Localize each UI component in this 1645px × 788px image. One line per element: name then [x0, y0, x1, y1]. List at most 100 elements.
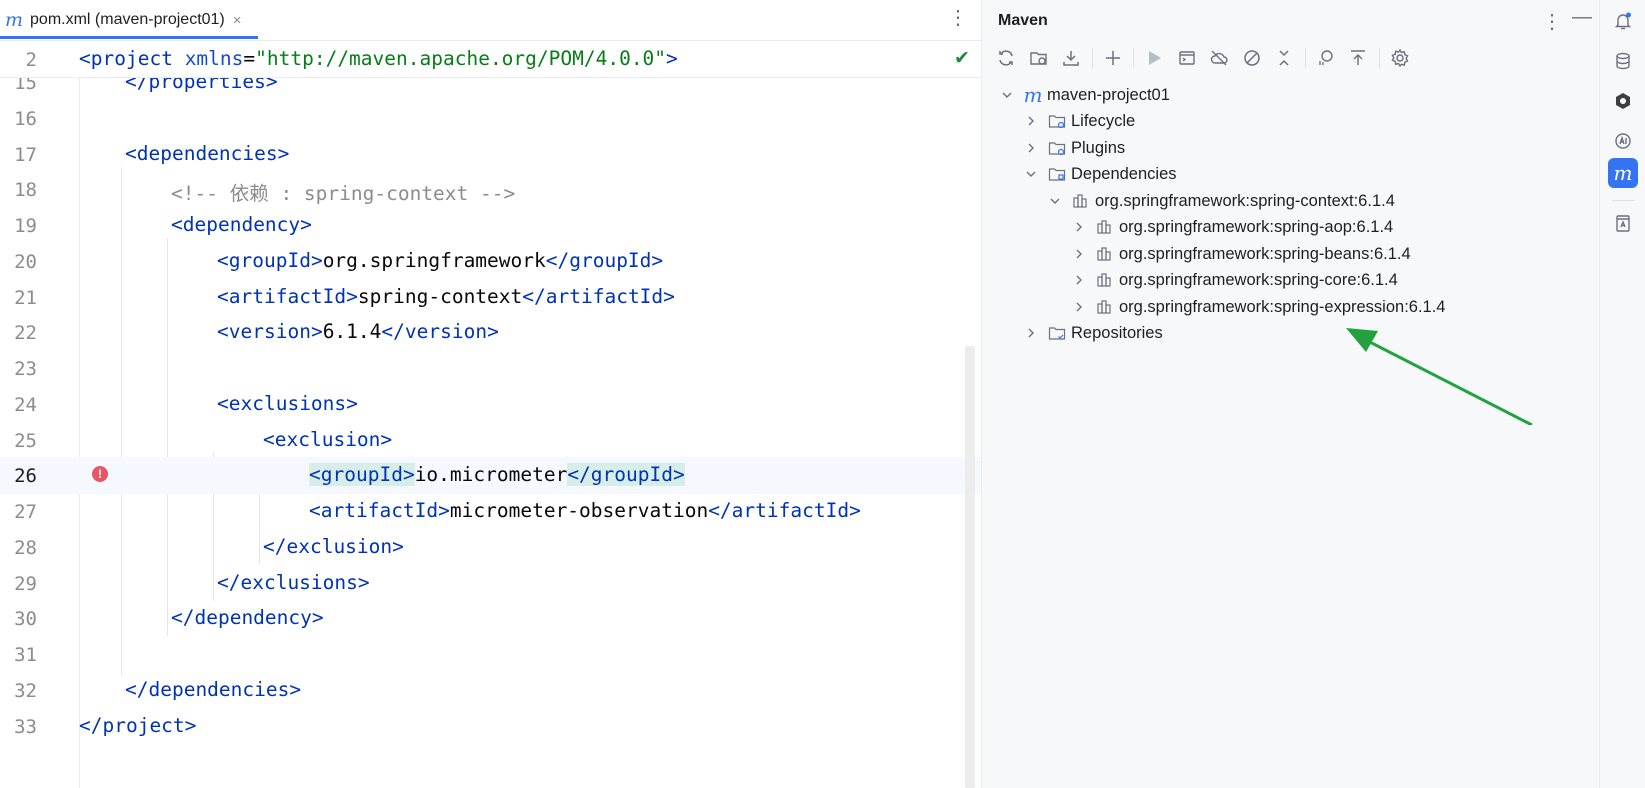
maven-tool-window: Maven ⋮ — m maven-project01 Lifecycle Pl… — [981, 0, 1600, 788]
code-text: <dependency> — [171, 213, 312, 236]
code-text: <groupId>io.micrometer</groupId> — [309, 463, 685, 486]
code-line[interactable]: 31 — [0, 636, 981, 673]
minimize-icon[interactable]: — — [1572, 6, 1592, 29]
tree-node-dependency[interactable]: org.springframework:spring-beans:6.1.4 — [1072, 241, 1411, 267]
library-icon — [1071, 192, 1091, 210]
tree-node-label: org.springframework:spring-beans:6.1.4 — [1119, 244, 1411, 263]
code-line[interactable]: 25 <exclusion> — [0, 422, 981, 459]
sticky-line[interactable]: 2 <project xmlns="http://maven.apache.or… — [0, 41, 981, 78]
code-text: <artifactId>micrometer-observation</arti… — [309, 499, 861, 522]
code-text: <project xmlns="http://maven.apache.org/… — [79, 47, 678, 70]
tree-node-dependencies[interactable]: Dependencies — [1024, 161, 1177, 187]
tree-node-label: Plugins — [1071, 138, 1126, 157]
code-line[interactable]: 18 <!-- 依赖 : spring-context --> — [0, 171, 981, 208]
line-number: 27 — [14, 501, 37, 523]
editor-scrollbar[interactable] — [965, 346, 975, 788]
tree-node-dependency[interactable]: org.springframework:spring-core:6.1.4 — [1072, 267, 1398, 293]
tree-node-root[interactable]: m maven-project01 — [1000, 82, 1170, 108]
chevron-down-icon[interactable] — [1000, 88, 1014, 102]
tree-node-plugins[interactable]: Plugins — [1024, 135, 1125, 161]
toolbar-separator — [1133, 48, 1134, 68]
maven-m-icon: m — [1023, 83, 1043, 107]
chevron-down-icon[interactable] — [1024, 167, 1038, 181]
library-icon — [1095, 245, 1115, 263]
line-number: 24 — [14, 394, 37, 416]
chevron-right-icon[interactable] — [1072, 220, 1086, 234]
line-number: 29 — [14, 573, 37, 595]
notifications-icon[interactable] — [1608, 6, 1638, 36]
offline-mode-icon[interactable] — [1205, 44, 1233, 72]
run-icon[interactable] — [1140, 44, 1168, 72]
line-number: 16 — [14, 108, 37, 130]
library-icon — [1095, 218, 1115, 236]
tree-node-repositories[interactable]: Repositories — [1024, 320, 1163, 346]
database-icon[interactable] — [1608, 46, 1638, 76]
code-line[interactable]: 22 <version>6.1.4</version> — [0, 314, 981, 351]
line-number: 2 — [25, 49, 37, 71]
folder-library-icon — [1047, 165, 1067, 183]
reload-all-icon[interactable] — [992, 44, 1020, 72]
code-line[interactable]: 32 </dependencies> — [0, 672, 981, 709]
code-line[interactable]: 17 <dependencies> — [0, 136, 981, 173]
skip-tests-icon[interactable] — [1238, 44, 1266, 72]
show-diagram-icon[interactable] — [1344, 44, 1372, 72]
maven-m-icon: m — [5, 8, 24, 31]
code-line[interactable]: 33 </project> — [0, 708, 981, 745]
editor-tab-bar: m pom.xml (maven-project01) × ⋮ — [0, 0, 981, 41]
library-icon — [1095, 271, 1115, 289]
code-text: </exclusions> — [217, 571, 370, 594]
maven-icon[interactable]: m — [1608, 158, 1638, 188]
reload-projects-icon[interactable] — [1025, 44, 1053, 72]
settings-icon[interactable] — [1386, 44, 1414, 72]
tab-pom-xml[interactable]: m pom.xml (maven-project01) × — [0, 0, 250, 40]
code-area[interactable]: 2 <project xmlns="http://maven.apache.or… — [0, 41, 981, 788]
code-line[interactable]: 30 </dependency> — [0, 600, 981, 637]
line-number: 30 — [14, 608, 37, 630]
plugin-icon[interactable] — [1608, 86, 1638, 116]
code-line[interactable]: 21 <artifactId>spring-context</artifactI… — [0, 279, 981, 316]
line-number: 22 — [14, 322, 37, 344]
collapse-icon[interactable] — [1270, 44, 1298, 72]
chevron-right-icon[interactable] — [1072, 247, 1086, 261]
chevron-right-icon[interactable] — [1024, 114, 1038, 128]
chevron-right-icon[interactable] — [1024, 141, 1038, 155]
tree-node-dependency[interactable]: org.springframework:spring-aop:6.1.4 — [1072, 214, 1393, 240]
code-line[interactable]: 16 — [0, 100, 981, 137]
toolbar-separator — [1378, 48, 1380, 68]
ai-assistant-icon[interactable] — [1608, 126, 1638, 156]
dependency-analyzer-icon[interactable] — [1312, 44, 1340, 72]
code-text: <groupId>org.springframework</groupId> — [217, 249, 664, 272]
tree-node-lifecycle[interactable]: Lifecycle — [1024, 108, 1135, 134]
code-line-current[interactable]: 26 ! <groupId>io.micrometer</groupId> — [0, 457, 981, 494]
close-icon[interactable]: × — [233, 12, 242, 29]
line-number: 32 — [14, 680, 37, 702]
chevron-right-icon[interactable] — [1072, 300, 1086, 314]
right-tool-strip: m — [1599, 0, 1645, 788]
code-line[interactable]: 19 <dependency> — [0, 207, 981, 244]
line-number: 28 — [14, 537, 37, 559]
add-project-icon[interactable] — [1099, 44, 1127, 72]
tree-node-dependency[interactable]: org.springframework:spring-context:6.1.4 — [1048, 188, 1395, 214]
download-sources-icon[interactable] — [1057, 44, 1085, 72]
code-line[interactable]: 27 <artifactId>micrometer-observation</a… — [0, 493, 981, 530]
execute-goal-icon[interactable] — [1173, 44, 1201, 72]
more-vertical-icon[interactable]: ⋮ — [1542, 9, 1562, 34]
tree-node-dependency[interactable]: org.springframework:spring-expression:6.… — [1072, 294, 1445, 320]
code-line[interactable]: 20 <groupId>org.springframework</groupId… — [0, 243, 981, 280]
more-vertical-icon[interactable]: ⋮ — [948, 8, 968, 28]
chevron-down-icon[interactable] — [1048, 194, 1062, 208]
library-icon — [1095, 298, 1115, 316]
chevron-right-icon[interactable] — [1072, 273, 1086, 287]
line-number: 20 — [14, 251, 37, 273]
line-number: 18 — [14, 179, 37, 201]
code-line[interactable]: 23 — [0, 350, 981, 387]
active-tab-indicator — [0, 36, 258, 39]
code-line[interactable]: 28 </exclusion> — [0, 529, 981, 566]
line-number: 25 — [14, 430, 37, 452]
translate-icon[interactable] — [1608, 208, 1638, 238]
checkmark-icon[interactable]: ✔ — [954, 47, 970, 69]
code-line[interactable]: 24 <exclusions> — [0, 386, 981, 423]
chevron-right-icon[interactable] — [1024, 326, 1038, 340]
error-icon[interactable]: ! — [92, 466, 108, 482]
code-line[interactable]: 29 </exclusions> — [0, 565, 981, 602]
